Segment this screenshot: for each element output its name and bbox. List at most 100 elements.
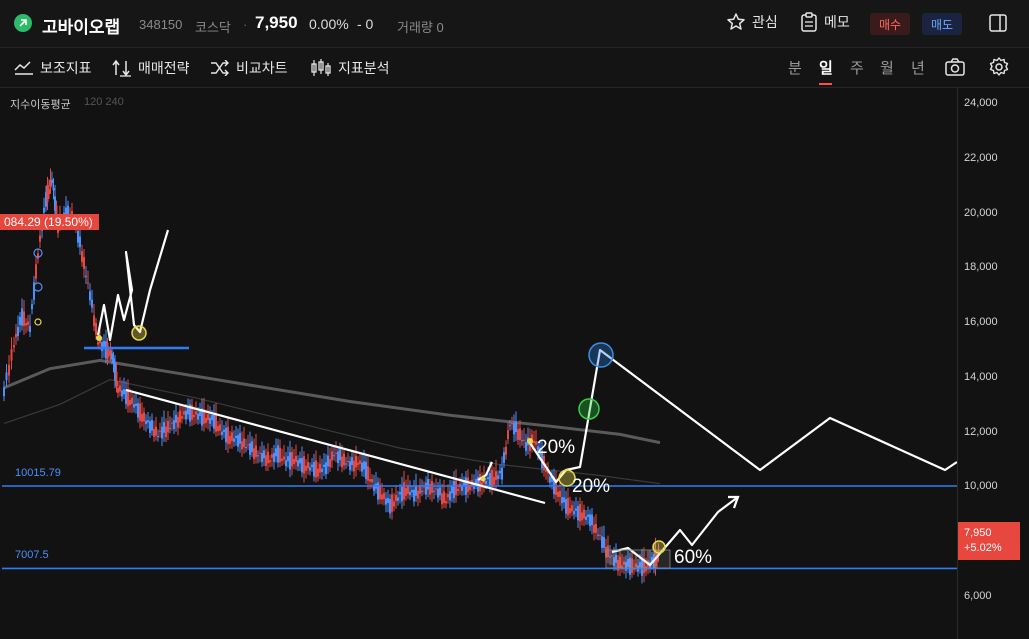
candle-body <box>213 414 215 429</box>
volume-label: 거래량 0 <box>397 20 444 35</box>
candle-body <box>427 478 429 490</box>
candlestick-chart[interactable] <box>0 88 1029 639</box>
candle-body <box>355 455 357 468</box>
sidebar-toggle-icon[interactable] <box>989 14 1007 32</box>
candle-body <box>93 315 95 327</box>
candle-body <box>199 410 201 417</box>
candle-body <box>149 421 151 433</box>
candle-body <box>225 427 227 443</box>
analysis-label: 지표분석 <box>338 60 390 76</box>
candle-body <box>101 342 103 351</box>
candle-body <box>437 488 439 498</box>
candle-body <box>305 465 307 471</box>
candle-body <box>457 488 459 492</box>
candle-body <box>507 430 509 440</box>
indicators-button[interactable]: 보조지표 <box>14 58 92 78</box>
period-year[interactable]: 년 <box>911 57 925 78</box>
marker-circle-yellow <box>131 325 147 341</box>
change-percent: 0.00% <box>309 16 349 32</box>
candle-body <box>295 455 297 463</box>
candle-body <box>325 462 327 475</box>
signal-marker <box>34 318 42 326</box>
period-minute[interactable]: 분 <box>788 57 802 78</box>
candle-body <box>77 230 79 243</box>
sell-button[interactable]: 매도 <box>922 13 962 35</box>
watch-label: 관심 <box>752 14 778 30</box>
strategy-label: 매매전략 <box>138 60 190 76</box>
candle-body <box>517 429 519 440</box>
candle-body <box>121 390 123 397</box>
gear-icon[interactable] <box>989 57 1009 77</box>
candle-body <box>567 497 569 516</box>
candle-body <box>303 456 305 474</box>
candles-icon <box>311 59 331 76</box>
candle-body <box>159 430 161 432</box>
camera-icon[interactable] <box>945 58 965 76</box>
period-month[interactable]: 월 <box>880 57 894 78</box>
analysis-button[interactable]: 지표분석 <box>310 58 390 78</box>
candle-body <box>389 499 391 514</box>
candle-body <box>565 499 567 514</box>
candle-body <box>359 460 361 464</box>
candle-body <box>593 524 595 533</box>
marker-circle-yellow <box>652 540 666 554</box>
y-tick-label: 14,000 <box>964 370 998 383</box>
candle-body <box>87 282 89 284</box>
candle-body <box>273 453 275 462</box>
candle-body <box>209 417 211 424</box>
candle-body <box>253 448 255 460</box>
candle-body <box>285 460 287 467</box>
compare-button[interactable]: 비교차트 <box>210 58 288 78</box>
candle-body <box>8 364 10 376</box>
stock-name[interactable]: 고바이오랩 <box>42 13 120 38</box>
ma-line-240 <box>3 378 661 485</box>
candle-body <box>15 333 17 338</box>
memo-label: 메모 <box>824 14 850 30</box>
memo-button[interactable]: 메모 <box>800 12 850 32</box>
indicator-name[interactable]: 지수이동평균 <box>10 96 71 112</box>
period-day[interactable]: 일 <box>819 57 833 78</box>
candle-body <box>19 316 21 325</box>
candle-body <box>339 449 341 461</box>
candle-body <box>353 460 355 472</box>
candle-body <box>261 453 263 462</box>
candle-body <box>207 414 209 421</box>
signal-marker <box>480 476 486 482</box>
candle-body <box>479 473 481 492</box>
candle-body <box>229 435 231 444</box>
candle-body <box>333 455 335 457</box>
candle-body <box>163 422 165 433</box>
candle-body <box>533 440 535 444</box>
candle-body <box>505 446 507 455</box>
star-icon <box>727 13 745 30</box>
strategy-button[interactable]: 매매전략 <box>112 58 190 78</box>
candle-body <box>10 348 13 361</box>
candle-body <box>79 236 81 248</box>
stock-code: 348150 <box>139 17 183 32</box>
candle-body <box>329 459 331 467</box>
candle-body <box>319 463 321 473</box>
candle-body <box>48 189 50 195</box>
candle-body <box>147 420 149 423</box>
chart-toolbar: 보조지표 매매전략 비교차트 지표분석 분 일 주 월 년 <box>0 48 1029 88</box>
candle-body <box>413 489 415 502</box>
candle-body <box>351 457 353 466</box>
candle-body <box>135 403 137 407</box>
buy-button[interactable]: 매수 <box>870 13 910 35</box>
candle-body <box>597 534 599 536</box>
candle-body <box>167 420 169 433</box>
candle-body <box>277 445 279 463</box>
watch-button[interactable]: 관심 <box>726 12 778 32</box>
candle-body <box>173 420 175 430</box>
period-week[interactable]: 주 <box>850 57 864 78</box>
candle-body <box>585 516 587 520</box>
candle-body <box>449 491 451 501</box>
annotation-20pct-lower: 20% <box>572 476 611 497</box>
candle-body <box>279 447 281 463</box>
candle-body <box>357 462 359 466</box>
candle-body <box>52 188 55 191</box>
candle-body <box>381 494 383 500</box>
candle-body <box>347 461 349 463</box>
support-upper-label: 10015.79 <box>15 467 61 479</box>
candle-body <box>281 458 283 461</box>
